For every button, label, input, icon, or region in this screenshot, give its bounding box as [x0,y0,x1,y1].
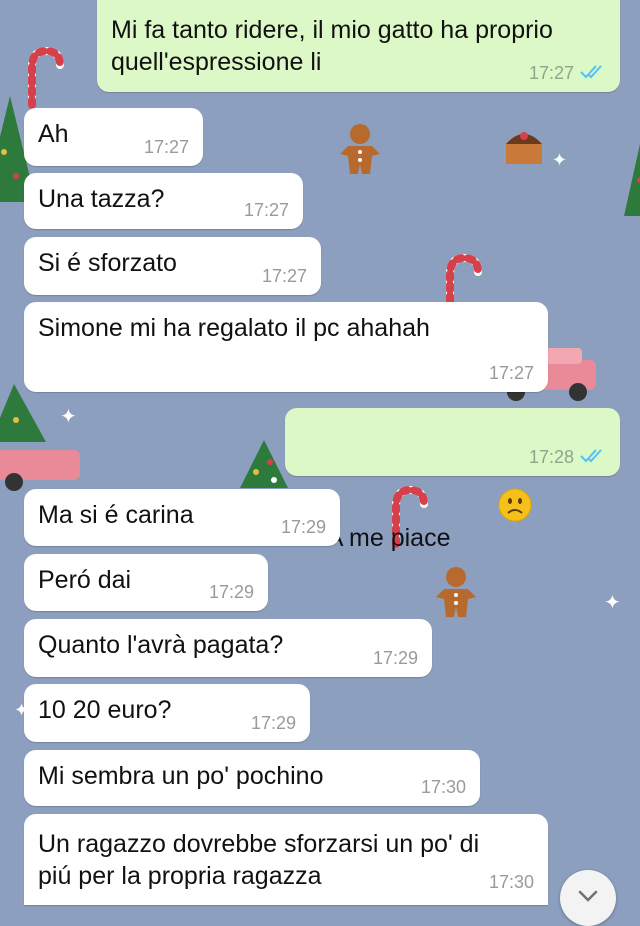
wallpaper-star-icon: ✦ [604,592,621,614]
message-time: 17:27 [143,137,189,157]
message-bubble-incoming[interactable]: Ah 17:27 [24,108,203,166]
wallpaper-star-icon: ✦ [60,406,77,428]
message-time: 17:27 [261,266,307,286]
message-time: 17:27 [243,200,289,220]
message-text: Un ragazzo dovrebbe sforzarsi un po' di … [38,830,487,890]
wallpaper-cake-icon [502,124,546,173]
message-time: 17:27 [528,63,574,83]
chevron-down-icon [578,890,598,902]
message-bubble-outgoing[interactable]: A me piace 17:28 [285,408,620,552]
wallpaper-gingerbread-icon [336,122,384,185]
frowning-face-icon [456,456,532,562]
wallpaper-star-icon: ✦ [552,150,568,170]
message-time: 17:28 [528,447,574,467]
message-bubble-incoming[interactable]: Quanto l'avrà pagata? 17:29 [24,619,432,677]
scroll-to-bottom-button[interactable] [560,870,616,926]
message-text: Quanto l'avrà pagata? [38,631,284,659]
message-bubble-incoming[interactable]: Peró dai 17:29 [24,554,268,611]
message-text: Mi sembra un po' pochino [38,762,324,790]
message-bubble-outgoing[interactable]: Mi fa tanto ridere, il mio gatto ha prop… [97,0,620,92]
message-text-content: A me piace [326,524,451,552]
read-receipt-icon [580,65,602,79]
message-time: 17:29 [208,582,254,602]
message-time: 17:30 [420,777,466,797]
message-bubble-incoming[interactable]: Una tazza? 17:27 [24,173,303,229]
read-receipt-icon [580,449,602,463]
wallpaper-tree-icon [616,140,640,225]
message-time: 17:29 [280,517,326,537]
message-bubble-incoming[interactable]: Ma si é carina 17:29 [24,489,340,546]
message-bubble-incoming[interactable]: Si é sforzato 17:27 [24,237,321,295]
message-time: 17:29 [250,713,296,733]
message-time: 17:30 [488,872,534,892]
message-time: 17:29 [372,648,418,668]
message-bubble-incoming[interactable]: 10 20 euro? 17:29 [24,684,310,742]
message-time: 17:27 [488,363,534,383]
message-text: Simone mi ha regalato il pc ahahah [38,314,430,342]
message-bubble-incoming[interactable]: Un ragazzo dovrebbe sforzarsi un po' di … [24,814,548,905]
message-bubble-incoming[interactable]: Simone mi ha regalato il pc ahahah 17:27 [24,302,548,392]
message-bubble-incoming[interactable]: Mi sembra un po' pochino 17:30 [24,750,480,806]
